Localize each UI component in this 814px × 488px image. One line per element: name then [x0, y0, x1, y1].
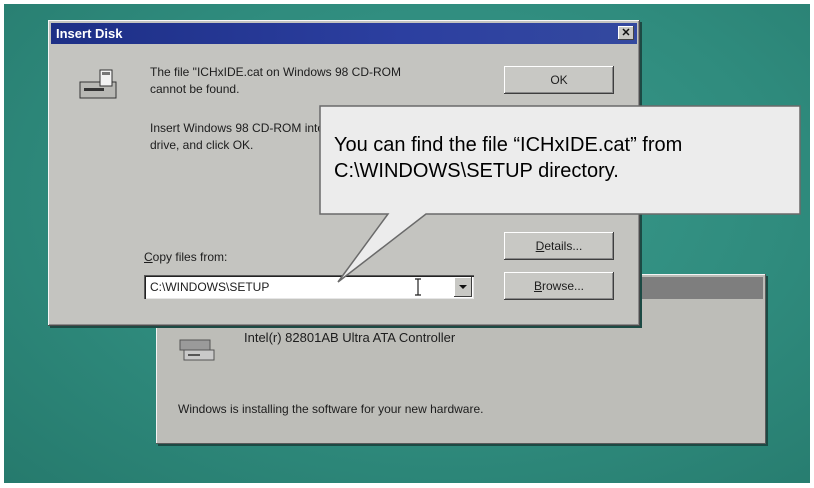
callout-line-1: You can find the file “ICHxIDE.cat” from	[334, 134, 683, 156]
callout-bubble	[319, 105, 801, 283]
callout-text: You can find the file “ICHxIDE.cat” from…	[334, 132, 804, 184]
callout-line-2: C:\WINDOWS\SETUP directory.	[334, 160, 619, 182]
